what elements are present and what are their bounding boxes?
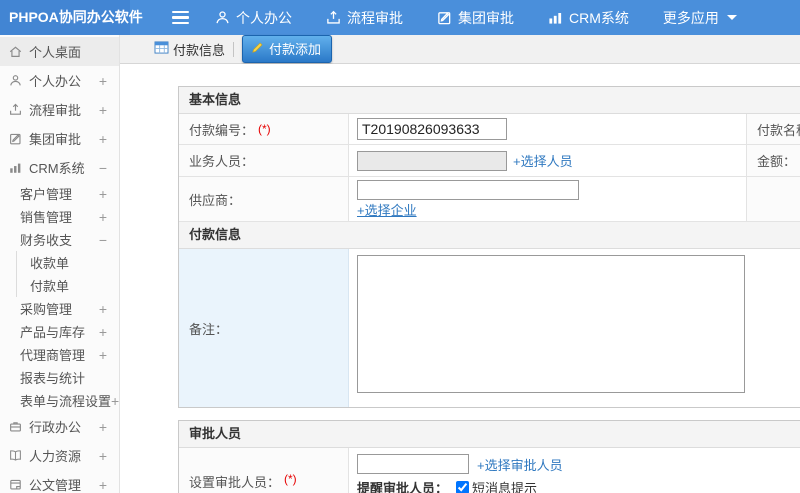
payment-no-input[interactable] (357, 118, 507, 140)
staff-row: 业务人员： +选择人员 金额： (179, 145, 800, 177)
payment-no-label: 付款编号： (*) (179, 114, 349, 144)
sidebar-item-hr[interactable]: 人力资源 + (0, 441, 119, 470)
table-icon (154, 41, 169, 57)
tab-divider (233, 41, 235, 57)
basic-info-box: 基本信息 付款编号：(*) 付款名称：(*) (178, 86, 800, 408)
section-title-approver: 审批人员 (179, 421, 800, 448)
sidebar-item-personal-desktop[interactable]: 个人桌面 (0, 37, 119, 66)
choose-company-link[interactable]: +选择企业 (357, 203, 417, 218)
sidebar-item-agent-mgmt[interactable]: 代理商管理 + (0, 343, 119, 366)
staff-input[interactable] (357, 150, 507, 171)
sidebar-item-admin-office[interactable]: 行政办公 + (0, 412, 119, 441)
form-content: 基本信息 付款编号：(*) 付款名称：(*) (120, 64, 800, 493)
flow-approval-icon (9, 103, 22, 116)
home-icon (9, 45, 22, 58)
sidebar-item-payment-order[interactable]: 付款单 (17, 274, 119, 297)
sidebar-item-purchase-mgmt[interactable]: 采购管理 + (0, 297, 119, 320)
top-menu: 个人办公 流程审批 集团审批 CRM系统 更多应用 (215, 8, 737, 28)
amount-label: 金额： (747, 145, 800, 176)
tab-strip: 付款信息 付款添加 (120, 35, 800, 64)
sidebar-item-flow-approval[interactable]: 流程审批 + (0, 95, 119, 124)
sidebar-navigation: 个人桌面 个人办公 + 流程审批 + 集团审批 + CRM系统 − 客户管理 + (0, 35, 120, 493)
supplier-input[interactable] (357, 180, 579, 200)
choose-person-link[interactable]: +选择人员 (513, 151, 573, 170)
sidebar-item-report-stats[interactable]: 报表与统计 (0, 366, 119, 389)
sidebar-item-customer-mgmt[interactable]: 客户管理 + (0, 182, 119, 205)
remark-row: 备注： (179, 249, 800, 407)
sidebar-item-document-mgmt[interactable]: 公文管理 + (0, 470, 119, 493)
menu-crm-system[interactable]: CRM系统 (548, 8, 629, 28)
sidebar-item-receipt-order[interactable]: 收款单 (17, 251, 119, 274)
required-mark: (*) (284, 472, 297, 486)
finance-submenu-group: 收款单 付款单 (16, 251, 119, 297)
group-approval-icon (9, 132, 22, 145)
menu-group-approval[interactable]: 集团审批 (437, 8, 514, 28)
sidebar-item-crm-system[interactable]: CRM系统 − (0, 153, 119, 182)
flow-approval-icon (326, 10, 341, 25)
supplier-row: 供应商： +选择企业 (179, 177, 800, 222)
app-logo: PHPOA协同办公软件 (0, 0, 143, 35)
crm-chart-icon (9, 161, 22, 174)
sidebar-item-form-flow-settings[interactable]: 表单与流程设置 + (0, 389, 119, 412)
approver-input[interactable] (357, 454, 469, 474)
set-approver-label: 设置审批人员： (*) (179, 448, 349, 493)
main-area: 付款信息 付款添加 基本信息 付款编号： (*) T20190826093633… (120, 35, 800, 493)
hamburger-menu-icon[interactable] (172, 10, 189, 25)
supplier-label: 供应商： (179, 177, 349, 221)
sms-notify-checkbox[interactable] (456, 481, 470, 493)
pencil-icon (251, 41, 264, 57)
sidebar-item-personal-office[interactable]: 个人办公 + (0, 66, 119, 95)
menu-personal-office[interactable]: 个人办公 (215, 8, 292, 28)
payment-no-row: 付款编号：(*) 付款名称：(*) (179, 114, 800, 145)
section-title-basic: 基本信息 (179, 87, 800, 114)
staff-label: 业务人员： (179, 145, 349, 176)
caret-down-icon (726, 15, 737, 20)
remind-approver-label: 提醒审批人员： (357, 481, 449, 493)
payment-name-label: 付款名称：(*) (747, 114, 800, 144)
menu-flow-approval[interactable]: 流程审批 (326, 8, 403, 28)
sidebar-item-product-stock[interactable]: 产品与库存 + (0, 320, 119, 343)
approver-box: 审批人员 设置审批人员： (*) +选择审批人员 提醒审批人员： 短消息提示 (178, 420, 800, 493)
approver-row: 设置审批人员： (*) +选择审批人员 提醒审批人员： 短消息提示 (179, 448, 800, 493)
remark-label: 备注： (179, 249, 349, 407)
section-title-payment: 付款信息 (179, 222, 800, 249)
top-navigation-bar: PHPOA协同办公软件 个人办公 流程审批 集团审批 CRM系统 更多应用 (0, 0, 800, 35)
tab-payment-list[interactable]: 付款信息 (154, 40, 233, 59)
user-icon (215, 10, 230, 25)
sidebar-item-sales-mgmt[interactable]: 销售管理 + (0, 205, 119, 228)
remark-textarea[interactable] (357, 255, 745, 393)
choose-approver-link[interactable]: +选择审批人员 (477, 455, 563, 474)
crm-chart-icon (548, 10, 563, 25)
briefcase-icon (9, 420, 22, 433)
hr-book-icon (9, 449, 22, 462)
sms-notify-label: 短消息提示 (472, 481, 538, 493)
sidebar-item-finance-inout[interactable]: 财务收支 − (0, 228, 119, 251)
group-approval-icon (437, 10, 452, 25)
document-icon (9, 478, 22, 491)
sidebar-item-group-approval[interactable]: 集团审批 + (0, 124, 119, 153)
user-icon (9, 74, 22, 87)
required-mark: (*) (258, 122, 271, 136)
tab-payment-add[interactable]: 付款添加 (242, 35, 333, 63)
menu-more-apps[interactable]: 更多应用 (663, 8, 737, 28)
